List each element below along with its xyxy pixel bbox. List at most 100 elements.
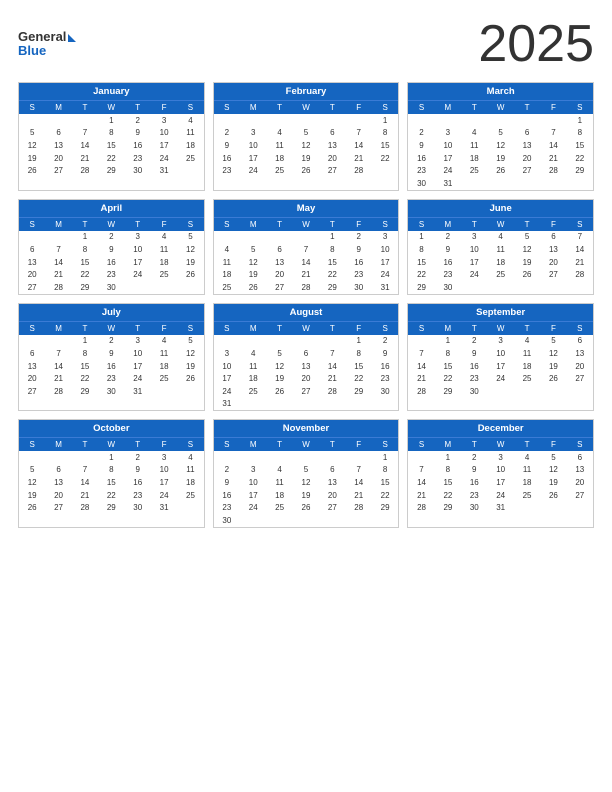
day-cell: 5 [293, 127, 319, 140]
empty-cell [240, 335, 266, 348]
day-cell: 20 [19, 268, 45, 281]
day-cell: 18 [461, 152, 487, 165]
day-cell: 30 [461, 385, 487, 398]
day-headers: SMTWTFS [19, 100, 204, 114]
day-label: S [567, 217, 593, 231]
day-label: F [151, 100, 177, 114]
month-header-november: November [214, 420, 399, 437]
day-label: W [98, 100, 124, 114]
day-cell: 28 [72, 501, 98, 514]
day-cell: 29 [346, 385, 372, 398]
day-cell: 2 [125, 114, 151, 127]
day-cell: 13 [540, 243, 566, 256]
day-cell: 29 [435, 501, 461, 514]
day-cell: 26 [240, 281, 266, 294]
empty-cell [266, 231, 292, 244]
day-cell: 18 [266, 489, 292, 502]
day-headers: SMTWTFS [19, 217, 204, 231]
day-cell: 14 [293, 256, 319, 269]
day-cell: 13 [45, 476, 71, 489]
day-cell: 20 [293, 372, 319, 385]
page-header: General Blue 2025 [18, 18, 594, 70]
day-cell: 8 [372, 127, 398, 140]
day-cell: 16 [435, 256, 461, 269]
empty-cell [19, 231, 45, 244]
day-cell: 25 [487, 268, 513, 281]
day-cell: 8 [72, 347, 98, 360]
day-cell: 18 [240, 372, 266, 385]
day-label: S [408, 217, 434, 231]
day-cell: 15 [346, 360, 372, 373]
day-cell: 25 [151, 372, 177, 385]
day-cell: 3 [372, 231, 398, 244]
day-cell: 27 [19, 385, 45, 398]
day-label: W [487, 217, 513, 231]
day-label: W [487, 100, 513, 114]
day-cell: 16 [98, 360, 124, 373]
day-cell: 14 [319, 360, 345, 373]
empty-cell [540, 281, 566, 294]
day-cell: 21 [72, 489, 98, 502]
empty-cell [177, 164, 203, 177]
day-label: T [514, 437, 540, 451]
day-label: S [372, 437, 398, 451]
month-header-january: January [19, 83, 204, 100]
day-cell: 27 [319, 164, 345, 177]
day-label: S [408, 100, 434, 114]
day-cell: 16 [125, 476, 151, 489]
day-cell: 1 [372, 114, 398, 127]
month-block-july: JulySMTWTFS12345678910111213141516171819… [18, 303, 205, 412]
empty-cell [540, 501, 566, 514]
day-cell: 30 [408, 177, 434, 190]
day-cell: 21 [346, 152, 372, 165]
day-cell: 12 [19, 139, 45, 152]
day-cell: 18 [514, 360, 540, 373]
day-headers: SMTWTFS [408, 217, 593, 231]
day-cell: 10 [151, 127, 177, 140]
day-cell: 27 [567, 372, 593, 385]
day-cell: 3 [125, 231, 151, 244]
day-cell: 7 [408, 347, 434, 360]
day-label: W [293, 321, 319, 335]
day-cell: 28 [45, 281, 71, 294]
day-label: T [72, 437, 98, 451]
day-label: T [72, 321, 98, 335]
day-cell: 3 [487, 335, 513, 348]
day-cell: 22 [319, 268, 345, 281]
day-cell: 12 [240, 256, 266, 269]
day-cell: 3 [461, 231, 487, 244]
day-cell: 30 [98, 281, 124, 294]
day-cell: 22 [435, 372, 461, 385]
empty-cell [151, 281, 177, 294]
day-label: T [319, 321, 345, 335]
day-cell: 6 [19, 243, 45, 256]
day-cell: 29 [408, 281, 434, 294]
day-cell: 30 [125, 164, 151, 177]
day-label: T [266, 217, 292, 231]
day-cell: 14 [45, 360, 71, 373]
day-cell: 1 [72, 335, 98, 348]
day-cell: 24 [240, 501, 266, 514]
day-cell: 16 [408, 152, 434, 165]
day-cell: 17 [240, 489, 266, 502]
day-cell: 10 [151, 464, 177, 477]
day-cell: 6 [45, 127, 71, 140]
day-cell: 4 [487, 231, 513, 244]
day-cell: 12 [514, 243, 540, 256]
day-cell: 5 [293, 464, 319, 477]
day-cell: 1 [98, 114, 124, 127]
month-block-june: JuneSMTWTFS12345678910111213141516171819… [407, 199, 594, 295]
day-cell: 15 [372, 139, 398, 152]
empty-cell [346, 451, 372, 464]
day-cell: 15 [372, 476, 398, 489]
empty-cell [514, 114, 540, 127]
day-cell: 24 [151, 152, 177, 165]
day-cell: 5 [266, 347, 292, 360]
day-cell: 8 [567, 127, 593, 140]
day-cell: 6 [293, 347, 319, 360]
day-cell: 28 [567, 268, 593, 281]
day-cell: 8 [435, 347, 461, 360]
day-label: F [540, 217, 566, 231]
day-cell: 27 [540, 268, 566, 281]
day-label: F [346, 321, 372, 335]
